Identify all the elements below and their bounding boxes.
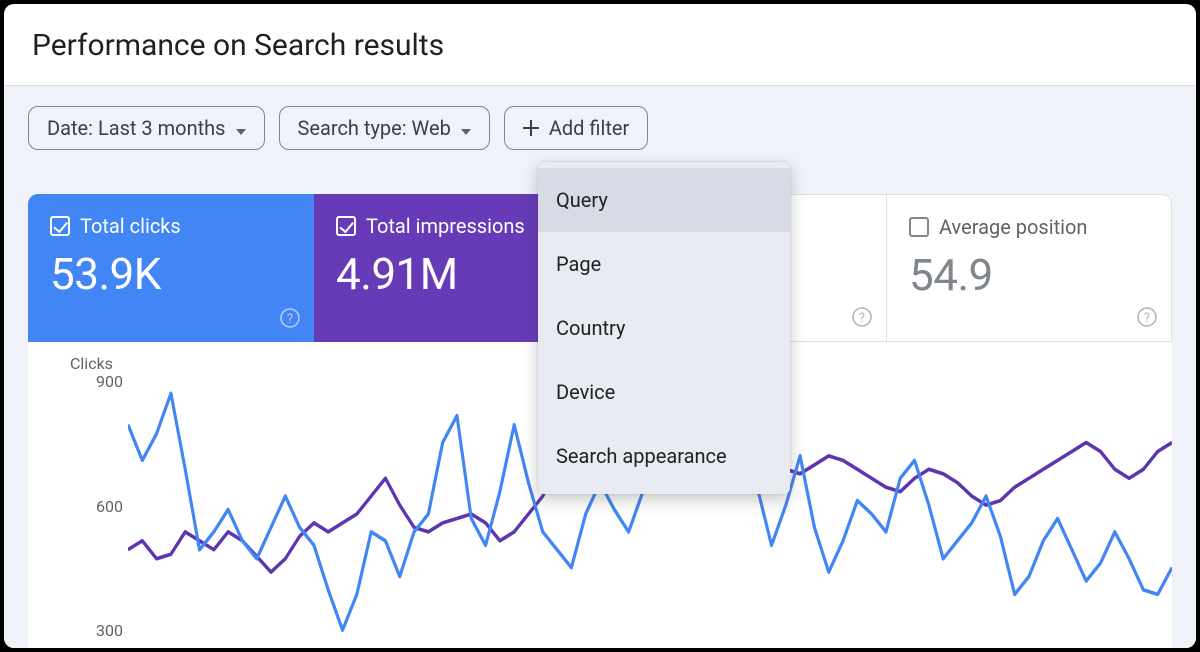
- dropdown-item[interactable]: Search appearance: [538, 424, 790, 488]
- chevron-down-icon: [461, 116, 471, 140]
- plus-icon: [523, 120, 539, 136]
- svg-text:?: ?: [859, 311, 865, 326]
- add-filter-label: Add filter: [549, 116, 629, 140]
- svg-text:?: ?: [287, 312, 293, 327]
- dropdown-item[interactable]: Country: [538, 296, 790, 360]
- dropdown-item[interactable]: Page: [538, 232, 790, 296]
- metric-value: 54.9: [909, 249, 1149, 301]
- dropdown-item[interactable]: Device: [538, 360, 790, 424]
- checkbox-icon: [909, 217, 929, 237]
- metric-label: Total clicks: [80, 214, 181, 238]
- filter-date-chip[interactable]: Date: Last 3 months: [28, 106, 265, 150]
- metric-label: Total impressions: [366, 214, 525, 238]
- checkbox-icon: [336, 216, 356, 236]
- chart-tick: 600: [68, 497, 123, 516]
- help-icon[interactable]: ?: [280, 308, 300, 332]
- app-frame: Performance on Search results Date: Last…: [4, 4, 1196, 648]
- chart-y-axis-ticks: 900600300: [68, 380, 123, 648]
- dropdown-item[interactable]: Query: [538, 168, 790, 232]
- help-icon[interactable]: ?: [852, 307, 872, 331]
- chart-tick: 900: [68, 372, 123, 391]
- metric-value: 53.9K: [50, 248, 292, 300]
- metric-card-position[interactable]: Average position 54.9 ?: [886, 194, 1172, 342]
- metric-label: Average position: [939, 215, 1087, 239]
- chevron-down-icon: [236, 116, 246, 140]
- filters-bar: Date: Last 3 months Search type: Web Add…: [4, 86, 1196, 170]
- svg-text:?: ?: [1144, 311, 1150, 326]
- filter-date-label: Date: Last 3 months: [47, 116, 226, 140]
- checkbox-icon: [50, 216, 70, 236]
- chart-tick: 300: [68, 621, 123, 640]
- page-title: Performance on Search results: [4, 4, 1196, 85]
- add-filter-button[interactable]: Add filter: [504, 106, 648, 150]
- filter-searchtype-label: Search type: Web: [298, 116, 451, 140]
- metric-card-clicks[interactable]: Total clicks 53.9K ?: [28, 194, 314, 342]
- help-icon[interactable]: ?: [1137, 307, 1157, 331]
- chart-y-axis-title: Clicks: [70, 354, 113, 373]
- filter-searchtype-chip[interactable]: Search type: Web: [279, 106, 490, 150]
- add-filter-dropdown: QueryPageCountryDeviceSearch appearance: [538, 162, 790, 494]
